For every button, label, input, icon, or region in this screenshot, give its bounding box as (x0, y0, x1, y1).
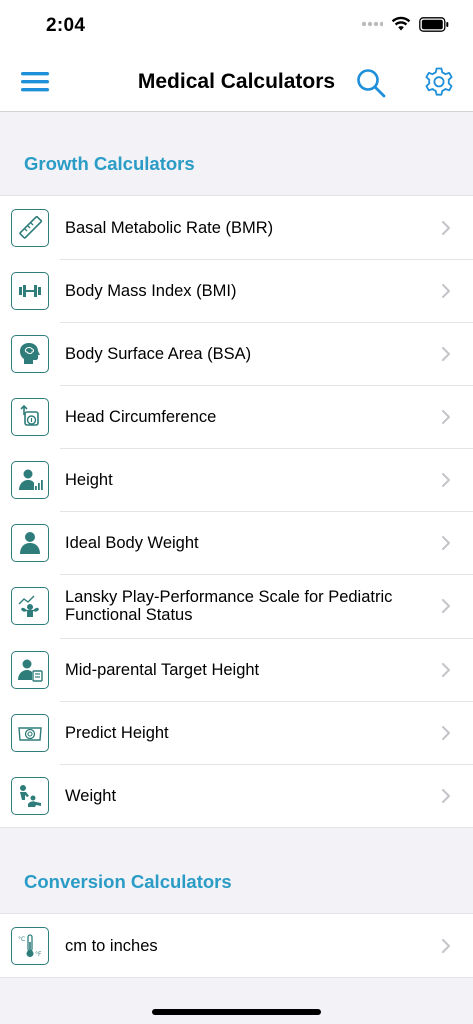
list-item-ideal-body-weight[interactable]: Ideal Body Weight (0, 511, 473, 574)
person-height-icon (11, 460, 49, 499)
page-title: Medical Calculators (137, 70, 336, 93)
list-item-label: Mid-parental Target Height (65, 660, 260, 679)
chevron-right-icon (442, 662, 450, 677)
list-item-weight[interactable]: Weight (0, 764, 473, 827)
svg-text:°F: °F (35, 951, 42, 958)
chevron-right-icon (442, 472, 450, 487)
battery-icon (419, 16, 449, 32)
head-brain-icon (11, 334, 49, 373)
wifi-icon (391, 16, 411, 31)
list-item-label: Body Mass Index (BMI) (65, 281, 237, 300)
dumbbell-icon (11, 271, 49, 310)
nav-bar: Medical Calculators (0, 52, 473, 112)
list-item-label: Predict Height (65, 723, 169, 742)
chevron-right-icon (442, 938, 450, 953)
chevron-right-icon (442, 409, 450, 424)
gear-icon[interactable] (422, 66, 456, 100)
section-title: Conversion Calculators (24, 871, 232, 892)
chevron-right-icon (442, 283, 450, 298)
search-icon[interactable] (355, 67, 387, 99)
growth-calculators-list: Basal Metabolic Rate (BMR) Body Mass Ind… (0, 195, 473, 828)
list-item-label: Lansky Play-Performance Scale for Pediat… (65, 588, 393, 624)
section-header-growth: Growth Calculators (0, 113, 473, 195)
chevron-right-icon (442, 788, 450, 803)
list-item-label: Ideal Body Weight (65, 533, 199, 552)
list-item-cm-to-inches[interactable]: °C °F cm to inches (0, 914, 473, 977)
scale-dial-icon (11, 713, 49, 752)
chevron-right-icon (442, 346, 450, 361)
chevron-right-icon (442, 535, 450, 550)
list-item-bsa[interactable]: Body Surface Area (BSA) (0, 322, 473, 385)
svg-text:°C: °C (18, 936, 25, 943)
signal-icon (361, 21, 383, 27)
thermometer-icon: °C °F (11, 926, 49, 965)
list-item-label: Weight (65, 786, 117, 805)
status-time: 2:04 (46, 15, 86, 36)
list-item-label: Height (65, 470, 113, 489)
person-icon (11, 523, 49, 562)
list-item-label: Basal Metabolic Rate (BMR) (65, 218, 274, 237)
list-item-label: Body Surface Area (BSA) (65, 344, 252, 363)
head-measure-icon (11, 397, 49, 436)
chevron-right-icon (442, 599, 450, 613)
home-indicator[interactable] (152, 1009, 321, 1015)
list-item-head-circumference[interactable]: Head Circumference (0, 385, 473, 448)
person-calculator-icon (11, 650, 49, 689)
list-item-mid-parental-height[interactable]: Mid-parental Target Height (0, 638, 473, 701)
list-item-lansky-scale[interactable]: Lansky Play-Performance Scale for Pediat… (0, 574, 473, 638)
chevron-right-icon (442, 725, 450, 740)
list-item-bmi[interactable]: Body Mass Index (BMI) (0, 259, 473, 322)
conversion-calculators-list: °C °F cm to inches (0, 913, 473, 978)
strength-chart-icon (11, 587, 49, 625)
status-indicators (361, 16, 449, 32)
section-header-conversion: Conversion Calculators (0, 828, 473, 913)
chevron-right-icon (442, 220, 450, 235)
list-item-predict-height[interactable]: Predict Height (0, 701, 473, 764)
list-item-bmr[interactable]: Basal Metabolic Rate (BMR) (0, 196, 473, 259)
baby-crawl-icon (11, 776, 49, 815)
list-item-height[interactable]: Height (0, 448, 473, 511)
ruler-icon (11, 208, 49, 247)
section-title: Growth Calculators (24, 153, 195, 174)
calculator-list: Growth Calculators Basal Metabolic Rate … (0, 113, 473, 1024)
list-item-label: cm to inches (65, 936, 158, 955)
status-bar: 2:04 (0, 0, 473, 52)
list-item-label: Head Circumference (65, 407, 217, 426)
